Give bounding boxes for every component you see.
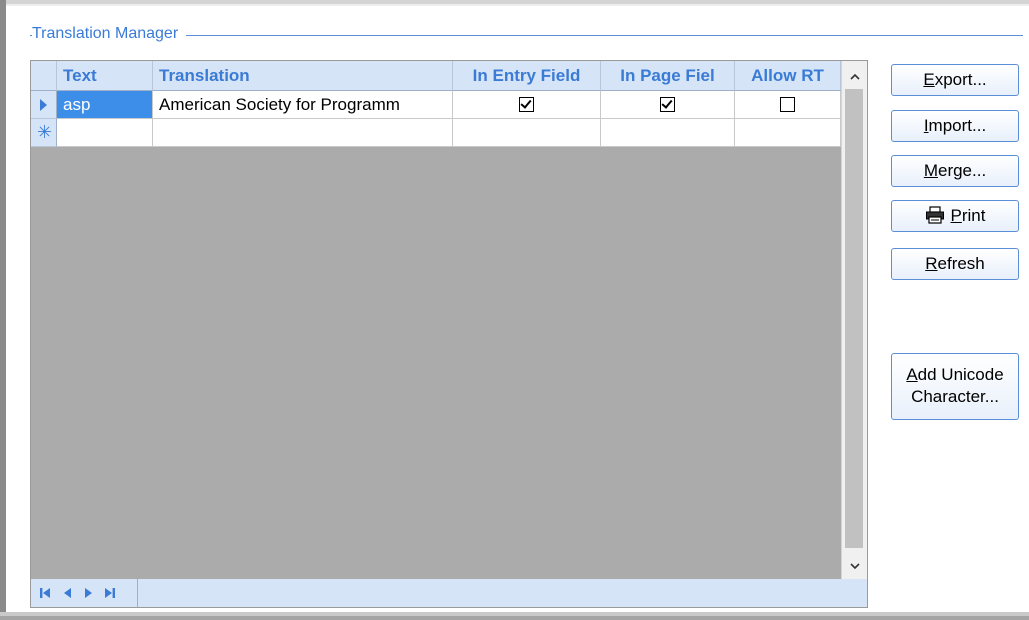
add-unicode-mnemonic: A bbox=[906, 365, 918, 384]
new-cell-in-page-field[interactable] bbox=[601, 119, 735, 147]
cell-in-page-field bbox=[601, 91, 735, 119]
header-corner bbox=[31, 61, 57, 91]
refresh-mnemonic: R bbox=[925, 254, 938, 273]
last-record-icon[interactable] bbox=[103, 586, 117, 600]
new-cell-allow-rt[interactable] bbox=[735, 119, 841, 147]
window-bottom-edge-dark bbox=[0, 616, 1029, 620]
in-page-field-checkbox[interactable] bbox=[660, 96, 675, 112]
group-box-title: Translation Manager bbox=[32, 24, 187, 44]
new-cell-in-entry-field[interactable] bbox=[453, 119, 601, 147]
export-button[interactable]: Export... bbox=[891, 64, 1019, 96]
scroll-up-icon[interactable] bbox=[848, 70, 862, 84]
column-header-in-page-field[interactable]: In Page Fiel bbox=[601, 61, 735, 91]
import-label: mport... bbox=[928, 116, 987, 135]
window-top-edge-inner bbox=[6, 4, 1029, 6]
print-label: rint bbox=[961, 206, 986, 225]
import-button[interactable]: Import... bbox=[891, 110, 1019, 142]
previous-record-icon[interactable] bbox=[61, 586, 75, 600]
new-row-asterisk-icon: ✳ bbox=[37, 122, 53, 142]
column-header-in-entry-field[interactable]: In Entry Field bbox=[453, 61, 601, 91]
new-row-selector[interactable]: ✳ bbox=[31, 119, 57, 147]
record-navigation-bar bbox=[31, 579, 867, 607]
print-button[interactable]: Print bbox=[891, 200, 1019, 232]
printer-icon bbox=[925, 205, 944, 224]
add-unicode-label-line1: dd Unicode bbox=[917, 365, 1004, 384]
row-selector[interactable] bbox=[31, 91, 57, 119]
window-left-edge bbox=[0, 0, 6, 620]
new-cell-translation[interactable] bbox=[153, 119, 453, 147]
scroll-down-icon[interactable] bbox=[848, 559, 862, 573]
cell-text[interactable]: asp bbox=[57, 91, 153, 119]
merge-label: erge... bbox=[937, 161, 987, 180]
cell-translation[interactable]: American Society for Programm bbox=[153, 91, 453, 119]
merge-mnemonic: M bbox=[923, 161, 938, 180]
refresh-label: efresh bbox=[937, 254, 985, 273]
add-unicode-character-button[interactable]: Add Unicode Character... bbox=[891, 353, 1019, 420]
export-mnemonic: E bbox=[923, 70, 935, 89]
first-record-icon[interactable] bbox=[38, 586, 52, 600]
new-cell-text[interactable] bbox=[57, 119, 153, 147]
column-header-translation[interactable]: Translation bbox=[153, 61, 453, 91]
cell-in-entry-field bbox=[453, 91, 601, 119]
allow-rt-checkbox[interactable] bbox=[780, 96, 795, 112]
refresh-button[interactable]: Refresh bbox=[891, 248, 1019, 280]
scroll-thumb[interactable] bbox=[845, 89, 863, 548]
column-header-allow-rt[interactable]: Allow RT bbox=[735, 61, 841, 91]
export-label: xport... bbox=[934, 70, 987, 89]
next-record-icon[interactable] bbox=[81, 586, 95, 600]
record-navigation-buttons bbox=[31, 579, 138, 607]
print-mnemonic: P bbox=[950, 206, 962, 225]
column-header-text[interactable]: Text bbox=[57, 61, 153, 91]
vertical-scrollbar[interactable] bbox=[841, 61, 867, 579]
merge-button[interactable]: Merge... bbox=[891, 155, 1019, 187]
translation-grid[interactable]: Text Translation In Entry Field In Page … bbox=[30, 60, 868, 608]
in-entry-field-checkbox[interactable] bbox=[519, 96, 534, 112]
cell-allow-rt bbox=[735, 91, 841, 119]
add-unicode-label-line2: Character... bbox=[911, 387, 999, 406]
current-row-triangle-icon bbox=[40, 99, 47, 111]
